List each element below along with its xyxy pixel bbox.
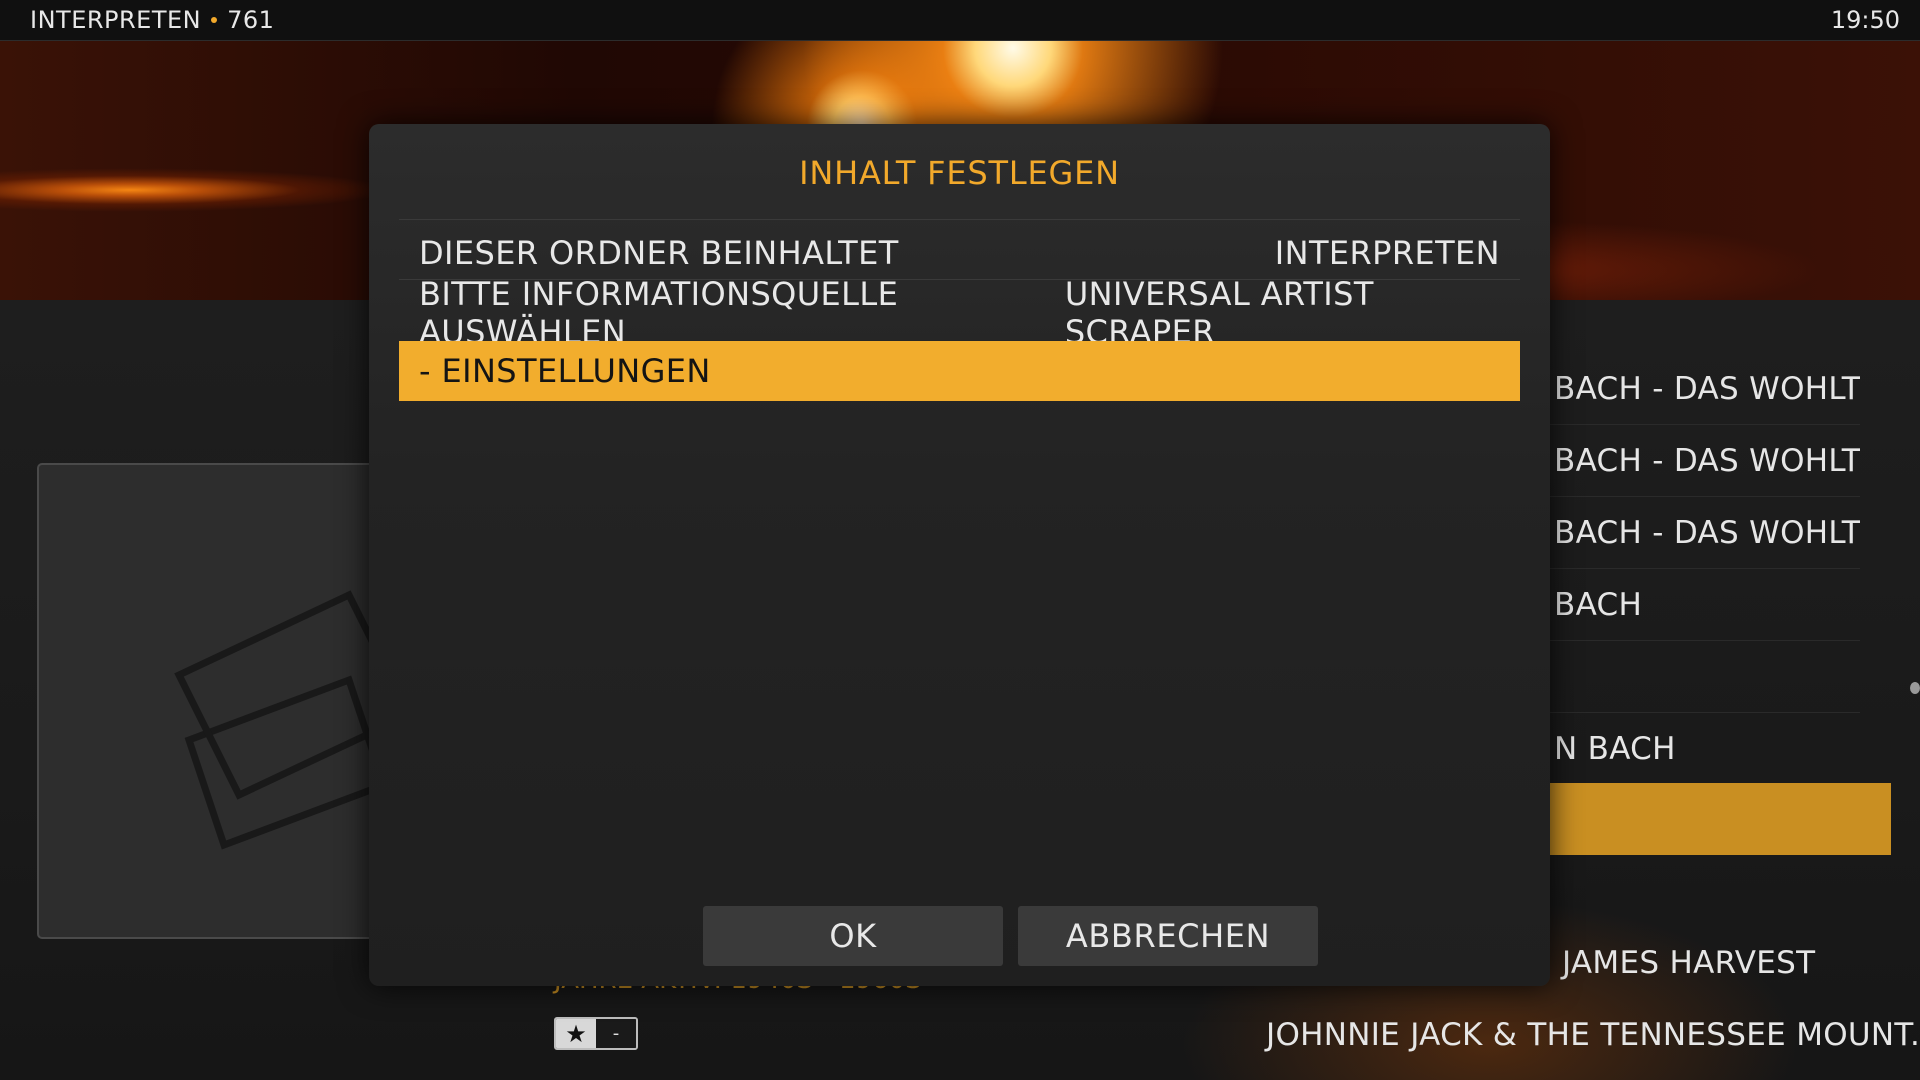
list-item-selected[interactable] [1530, 783, 1891, 855]
list-item[interactable]: BACH - DAS WOHLTE... [1530, 497, 1860, 569]
divider [399, 219, 1520, 220]
set-content-dialog: INHALT FESTLEGEN DIESER ORDNER BEINHALTE… [369, 124, 1550, 986]
ok-button[interactable]: OK [703, 906, 1003, 966]
item-count: 761 [227, 6, 275, 34]
top-bar: INTERPRETEN 761 19:50 [0, 0, 1920, 41]
scrollbar-indicator[interactable] [1910, 682, 1920, 694]
list-item[interactable]: BACH [1530, 569, 1860, 641]
list-item[interactable] [1530, 641, 1860, 713]
breadcrumb: INTERPRETEN 761 [30, 6, 274, 34]
list-item[interactable]: N BACH [1530, 713, 1860, 785]
star-icon: ★ [556, 1019, 596, 1048]
setting-label: DIESER ORDNER BEINHALTET [419, 234, 899, 272]
setting-label: - EINSTELLUNGEN [419, 352, 711, 390]
list-item[interactable]: JAMES HARVEST [1562, 945, 1815, 981]
rating-value: - [596, 1019, 636, 1048]
separator-dot-icon [211, 17, 218, 23]
setting-row-folder-contains[interactable]: DIESER ORDNER BEINHALTET INTERPRETEN [399, 223, 1520, 283]
section-label: INTERPRETEN [30, 6, 202, 34]
list-item[interactable]: BACH - DAS WOHLTE... [1530, 353, 1860, 425]
list-item[interactable]: JOHNNIE JACK & THE TENNESSEE MOUNT... [1266, 1017, 1920, 1053]
setting-row-info-source[interactable]: BITTE INFORMATIONSQUELLE AUSWÄHLEN UNIVE… [399, 275, 1520, 351]
media-library-screen: INTERPRETEN 761 19:50 BACH - DAS WOHLTE.… [0, 0, 1920, 1080]
list-item[interactable]: BACH - DAS WOHLTE... [1530, 425, 1860, 497]
setting-label: BITTE INFORMATIONSQUELLE AUSWÄHLEN [419, 275, 899, 351]
dialog-title: INHALT FESTLEGEN [799, 154, 1120, 192]
clock: 19:50 [1830, 6, 1900, 34]
rating-badge: ★ - [554, 1017, 638, 1050]
setting-value: UNIVERSAL ARTIST SCRAPER [1064, 275, 1374, 351]
setting-value: INTERPRETEN [1274, 234, 1500, 272]
thumbnail-panel [37, 463, 409, 939]
setting-row-settings[interactable]: - EINSTELLUNGEN [399, 341, 1520, 401]
cancel-button[interactable]: ABBRECHEN [1018, 906, 1318, 966]
